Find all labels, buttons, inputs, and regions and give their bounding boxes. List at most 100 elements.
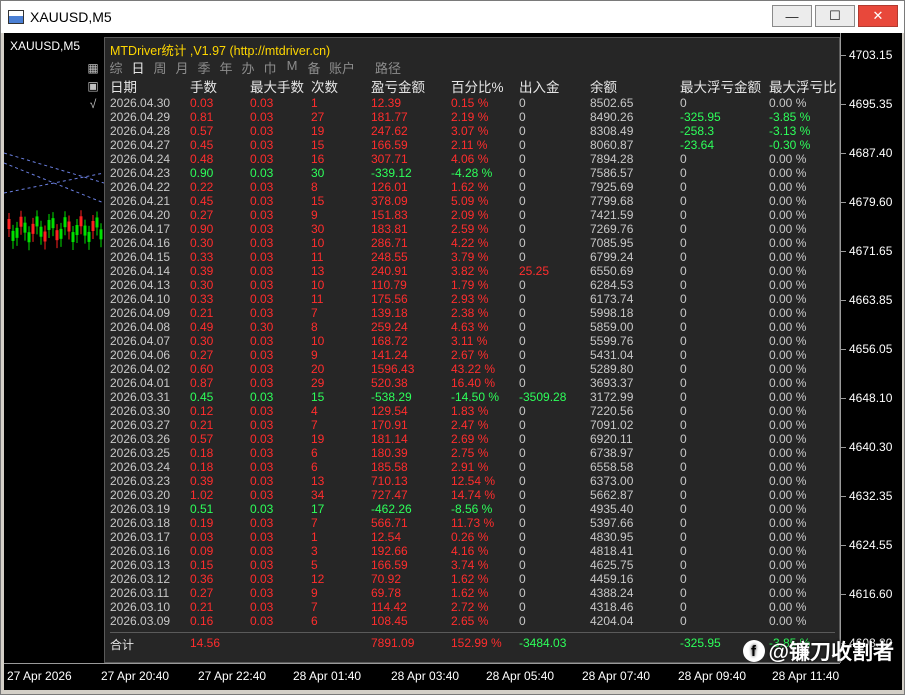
table-row[interactable]: 2026.04.16 0.30 0.03 10 286.71 4.22 % 0 7085.95…: [110, 236, 837, 250]
table-row[interactable]: 2026.04.22 0.22 0.03 8 126.01 1.62 % 0 7925.69 0…: [110, 180, 837, 194]
table-cell: 0.00 %: [769, 334, 807, 348]
stats-table: 日期 手数 最大手数 次数 盈亏金额 百分比% 出入金 余额 最大浮亏金额 最大浮亏比 2026.…: [110, 76, 837, 628]
table-cell: 2026.03.16: [110, 544, 171, 558]
table-cell: 19: [311, 432, 325, 446]
maximize-button[interactable]: ☐: [815, 5, 855, 27]
disk-icon[interactable]: ▣: [85, 78, 101, 94]
table-row[interactable]: 2026.04.28 0.57 0.03 19 247.62 3.07 % 0 8308.49…: [110, 124, 837, 138]
table-cell: 0.03: [250, 530, 274, 544]
table-row[interactable]: 2026.04.02 0.60 0.03 20 1596.43 43.22 % 0 5289.…: [110, 362, 837, 376]
price-tick-label: 4695.35: [841, 97, 901, 111]
table-row[interactable]: 2026.03.25 0.18 0.03 6 180.39 2.75 % 0 6738.97 0…: [110, 446, 837, 460]
column-header[interactable]: 出入金: [519, 76, 590, 96]
table-cell: 0: [519, 502, 526, 516]
table-row[interactable]: 2026.04.13 0.30 0.03 10 110.79 1.79 % 0 6284.53…: [110, 278, 837, 292]
price-tick-label: 4624.55: [841, 538, 901, 552]
table-row[interactable]: 2026.03.31 0.45 0.03 15 -538.29 -14.50 % -3509…: [110, 390, 837, 404]
table-cell: 0.03: [250, 348, 274, 362]
table-row[interactable]: 2026.04.21 0.45 0.03 15 378.09 5.09 % 0 7799.68…: [110, 194, 837, 208]
column-header[interactable]: 手数: [190, 76, 250, 96]
table-cell: 0: [519, 110, 526, 124]
table-row[interactable]: 2026.04.23 0.90 0.03 30 -339.12 -4.28 % 0 7586.…: [110, 166, 837, 180]
table-row[interactable]: 2026.03.27 0.21 0.03 7 170.91 2.47 % 0 7091.02 0…: [110, 418, 837, 432]
column-header[interactable]: 最大浮亏比: [769, 76, 837, 96]
table-row[interactable]: 2026.04.15 0.33 0.03 11 248.55 3.79 % 0 6799.24…: [110, 250, 837, 264]
column-header[interactable]: 最大手数: [250, 76, 311, 96]
table-row[interactable]: 2026.04.14 0.39 0.03 13 240.91 3.82 % 25.25 655…: [110, 264, 837, 278]
table-row[interactable]: 2026.04.01 0.87 0.03 29 520.38 16.40 % 0 3693.3…: [110, 376, 837, 390]
tab-4[interactable]: 季: [193, 58, 215, 76]
tab-3[interactable]: 月: [171, 58, 193, 76]
table-row[interactable]: 2026.04.10 0.33 0.03 11 175.56 2.93 % 0 6173.74…: [110, 292, 837, 306]
table-cell: 2026.04.23: [110, 166, 171, 180]
table-cell: 166.59: [371, 138, 408, 152]
table-row[interactable]: 2026.03.11 0.27 0.03 9 69.78 1.62 % 0 4388.24 0 0…: [110, 586, 837, 600]
candle-body: [83, 225, 87, 236]
price-chart[interactable]: XAUUSD,M5 ▦ ▣ √ MTDriver统计 ,V1.97 (http://…: [4, 33, 902, 690]
grid-icon[interactable]: ▦: [85, 60, 101, 76]
close-button[interactable]: ✕: [858, 5, 898, 27]
tab-5[interactable]: 年: [215, 58, 237, 76]
column-header[interactable]: 次数: [311, 76, 371, 96]
column-header[interactable]: 盈亏金额: [371, 76, 451, 96]
tab-6[interactable]: 办: [237, 58, 259, 76]
table-row[interactable]: 2026.03.30 0.12 0.03 4 129.54 1.83 % 0 7220.56 0…: [110, 404, 837, 418]
table-row[interactable]: 2026.03.20 1.02 0.03 34 727.47 14.74 % 0 5662.8…: [110, 488, 837, 502]
table-row[interactable]: 2026.03.16 0.09 0.03 3 192.66 4.16 % 0 4818.41 0…: [110, 544, 837, 558]
column-header[interactable]: 余额: [590, 76, 680, 96]
check-icon[interactable]: √: [85, 96, 101, 112]
table-cell: 2026.04.16: [110, 236, 171, 250]
title-bar[interactable]: XAUUSD,M5 — ☐ ✕: [1, 1, 904, 33]
column-header[interactable]: 最大浮亏金额: [680, 76, 769, 96]
table-row[interactable]: 2026.04.24 0.48 0.03 16 307.71 4.06 % 0 7894.28…: [110, 152, 837, 166]
table-row[interactable]: 2026.04.09 0.21 0.03 7 139.18 2.38 % 0 5998.18 0…: [110, 306, 837, 320]
table-cell: 7: [311, 600, 318, 614]
table-cell: 0: [680, 166, 687, 180]
table-cell: 0: [680, 96, 687, 110]
tab-0[interactable]: 综: [105, 58, 127, 76]
tab-1[interactable]: 日: [127, 58, 149, 76]
table-row[interactable]: 2026.04.07 0.30 0.03 10 168.72 3.11 % 0 5599.76…: [110, 334, 837, 348]
table-cell: 27: [311, 110, 325, 124]
tab-2[interactable]: 周: [149, 58, 171, 76]
table-row[interactable]: 2026.04.17 0.90 0.03 30 183.81 2.59 % 0 7269.76…: [110, 222, 837, 236]
column-header[interactable]: 日期: [110, 76, 190, 96]
table-cell: 0: [680, 264, 687, 278]
table-cell: 0: [680, 474, 687, 488]
tab-11[interactable]: 路径: [371, 58, 405, 76]
table-cell: 2026.04.17: [110, 222, 171, 236]
table-cell: 0.03: [250, 264, 274, 278]
table-row[interactable]: 2026.03.19 0.51 0.03 17 -462.26 -8.56 % 0 4935.…: [110, 502, 837, 516]
tab-8[interactable]: M: [281, 58, 303, 76]
table-row[interactable]: 2026.03.18 0.19 0.03 7 566.71 11.73 % 0 5397.66…: [110, 516, 837, 530]
tab-9[interactable]: 备: [303, 58, 325, 76]
table-row[interactable]: 2026.04.06 0.27 0.03 9 141.24 2.67 % 0 5431.04 0…: [110, 348, 837, 362]
table-row[interactable]: 2026.04.30 0.03 0.03 1 12.39 0.15 % 0 8502.65 0 0…: [110, 96, 837, 110]
table-row[interactable]: 2026.03.17 0.03 0.03 1 12.54 0.26 % 0 4830.95 0 0…: [110, 530, 837, 544]
table-row[interactable]: 2026.03.09 0.16 0.03 6 108.45 2.65 % 0 4204.04 0…: [110, 614, 837, 628]
table-cell: 0.00 %: [769, 348, 807, 362]
table-cell: 2026.03.20: [110, 488, 171, 502]
table-cell: 0.00 %: [769, 530, 807, 544]
table-row[interactable]: 2026.04.29 0.81 0.03 27 181.77 2.19 % 0 8490.26…: [110, 110, 837, 124]
table-cell: 8: [311, 320, 318, 334]
table-row[interactable]: 2026.03.24 0.18 0.03 6 185.58 2.91 % 0 6558.58 0…: [110, 460, 837, 474]
table-row[interactable]: 2026.04.27 0.45 0.03 15 166.59 2.11 % 0 8060.87…: [110, 138, 837, 152]
table-cell: 248.55: [371, 250, 408, 264]
table-cell: 7421.59: [590, 208, 634, 222]
table-row[interactable]: 2026.04.20 0.27 0.03 9 151.83 2.09 % 0 7421.59 0…: [110, 208, 837, 222]
table-row[interactable]: 2026.04.08 0.49 0.30 8 259.24 4.63 % 0 5859.00 0…: [110, 320, 837, 334]
column-header[interactable]: 百分比%: [451, 76, 519, 96]
table-cell: 10: [311, 334, 325, 348]
table-row[interactable]: 2026.03.13 0.15 0.03 5 166.59 3.74 % 0 4625.75 0…: [110, 558, 837, 572]
minimize-button[interactable]: —: [772, 5, 812, 27]
table-cell: 0.15 %: [451, 96, 489, 110]
table-cell: 15: [311, 138, 325, 152]
table-row[interactable]: 2026.03.10 0.21 0.03 7 114.42 2.72 % 0 4318.46 0…: [110, 600, 837, 614]
table-row[interactable]: 2026.03.26 0.57 0.03 19 181.14 2.69 % 0 6920.11…: [110, 432, 837, 446]
table-row[interactable]: 2026.03.12 0.36 0.03 12 70.92 1.62 % 0 4459.16 0…: [110, 572, 837, 586]
table-row[interactable]: 2026.03.23 0.39 0.03 13 710.13 12.54 % 0 6373.0…: [110, 474, 837, 488]
table-cell: 7091.02: [590, 418, 634, 432]
tab-10[interactable]: 账户: [325, 58, 359, 76]
tab-7[interactable]: 巾: [259, 58, 281, 76]
